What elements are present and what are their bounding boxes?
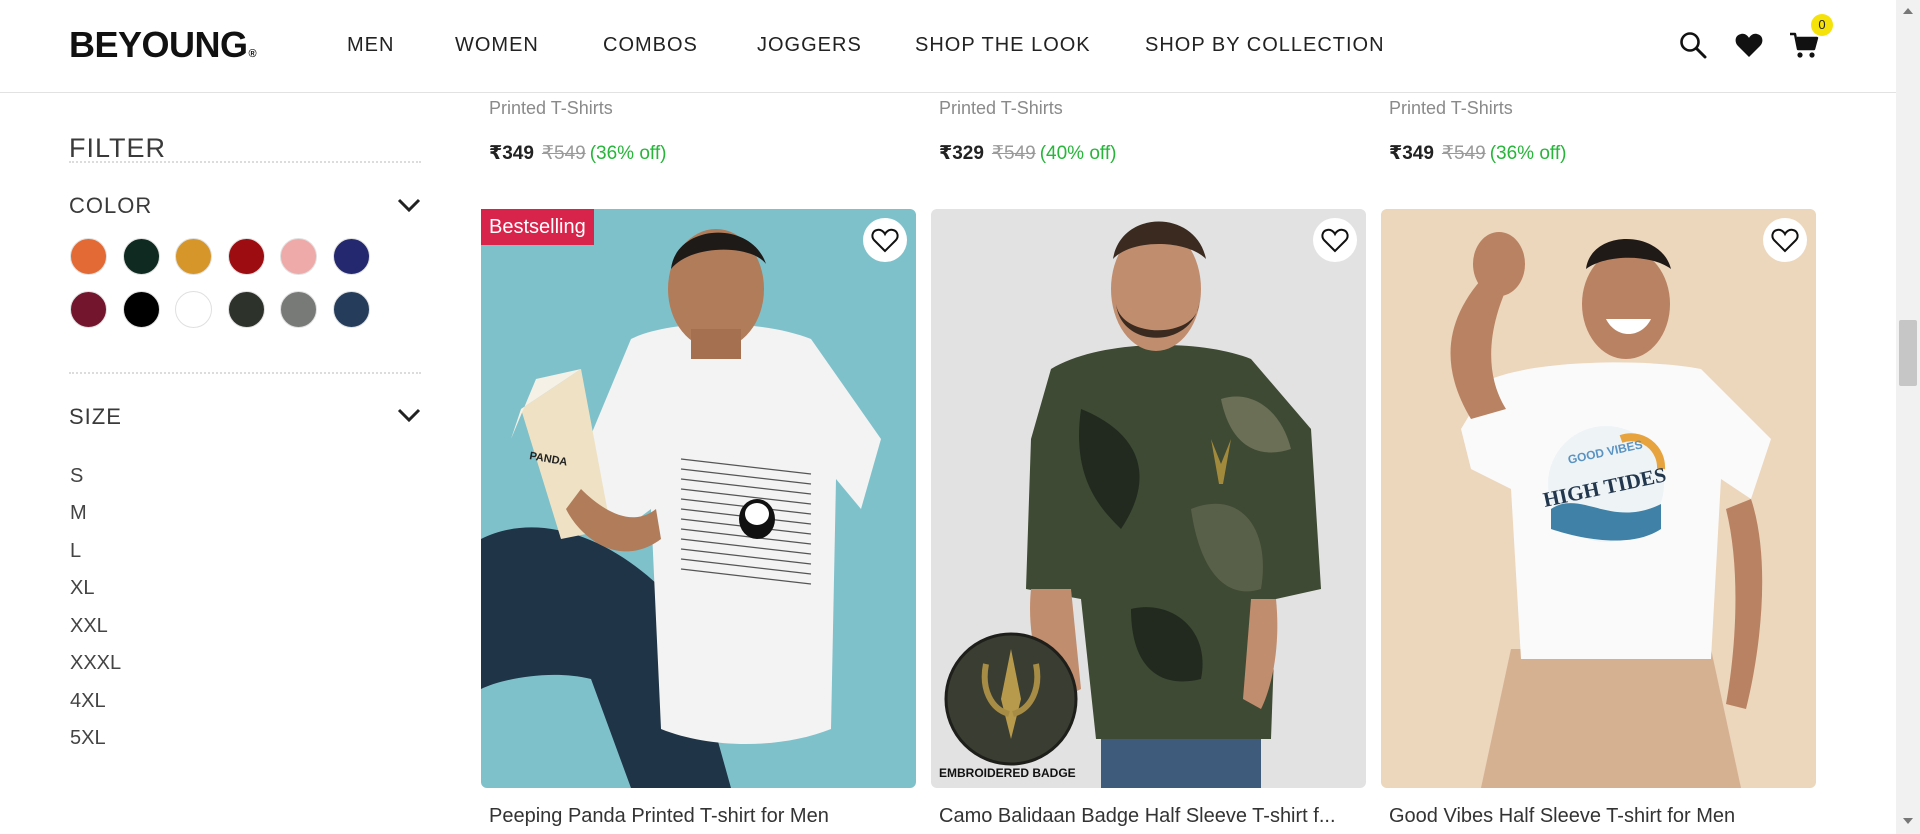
page-scrollbar[interactable] [1896,0,1920,834]
scroll-down-arrow-icon[interactable] [1896,814,1920,828]
divider [69,161,421,163]
chevron-down-icon[interactable] [396,405,422,425]
color-swatch[interactable] [280,238,317,275]
size-option-m[interactable]: M [70,502,87,525]
color-swatch[interactable] [332,291,370,328]
price-current: ₹349 [489,143,534,164]
price-current: ₹349 [1389,143,1434,164]
nav-women[interactable]: WOMEN [455,34,539,57]
bestselling-badge: Bestselling [481,209,594,245]
divider [69,372,421,374]
color-swatch[interactable] [70,291,107,328]
product-price: ₹349 ₹549 (36% off) [489,142,666,165]
product-photo: GOOD VIBES HIGH TIDES [1381,209,1816,788]
nav-men[interactable]: MEN [347,34,394,57]
cart-count-badge: 0 [1811,14,1833,36]
price-discount: (36% off) [1489,143,1567,164]
color-swatch[interactable] [122,238,160,275]
color-swatch[interactable] [227,238,265,275]
price-mrp: ₹549 [1441,143,1486,164]
size-option-xxl[interactable]: XXL [70,615,108,638]
product-category: Printed T-Shirts [939,98,1063,118]
product-photo: PANDA [481,209,916,788]
color-swatch[interactable] [227,291,265,328]
color-swatch[interactable] [70,238,107,275]
size-option-xl[interactable]: XL [70,577,94,600]
color-swatch[interactable] [280,291,317,328]
product-image-good-vibes[interactable]: GOOD VIBES HIGH TIDES [1381,209,1816,788]
price-mrp: ₹549 [991,143,1036,164]
product-name[interactable]: Peeping Panda Printed T-shirt for Men [489,805,829,828]
size-option-xxxl[interactable]: XXXL [70,652,121,675]
filter-title: FILTER [69,133,167,163]
wishlist-heart-icon[interactable] [1763,218,1807,262]
color-section-title[interactable]: COLOR [69,193,152,219]
product-image-camo-balidaan[interactable]: EMBROIDERED BADGE [931,209,1366,788]
product-price: ₹329 ₹549 (40% off) [939,142,1116,165]
price-current: ₹329 [939,143,984,164]
product-category: Printed T-Shirts [489,98,613,118]
color-swatch[interactable] [175,238,212,275]
color-swatch[interactable] [332,238,370,275]
size-option-l[interactable]: L [70,540,81,563]
nav-shop-by-collection[interactable]: SHOP BY COLLECTION [1145,34,1385,57]
product-name[interactable]: Camo Balidaan Badge Half Sleeve T-shirt … [939,805,1336,828]
size-option-s[interactable]: S [70,465,83,488]
nav-combos[interactable]: COMBOS [603,34,698,57]
nav-shop-the-look[interactable]: SHOP THE LOOK [915,34,1091,57]
size-option-5xl[interactable]: 5XL [70,727,106,750]
price-discount: (40% off) [1039,143,1117,164]
color-swatch[interactable] [175,291,212,328]
chevron-down-icon[interactable] [396,195,422,215]
price-mrp: ₹549 [541,143,586,164]
scrollbar-thumb[interactable] [1899,320,1917,386]
product-image-peeping-panda[interactable]: PANDA [481,209,916,788]
size-section-title[interactable]: SIZE [69,404,122,430]
size-option-4xl[interactable]: 4XL [70,690,106,713]
product-name[interactable]: Good Vibes Half Sleeve T-shirt for Men [1389,805,1735,828]
price-discount: (36% off) [589,143,667,164]
color-swatch[interactable] [122,291,160,328]
scroll-up-arrow-icon[interactable] [1896,4,1920,18]
badge-caption: EMBROIDERED BADGE [939,766,1076,780]
wishlist-heart-icon[interactable] [863,218,907,262]
wishlist-heart-icon[interactable] [1313,218,1357,262]
nav-joggers[interactable]: JOGGERS [757,34,862,57]
product-category: Printed T-Shirts [1389,98,1513,118]
beyoung-logo[interactable]: BEYOUNG® [69,24,257,66]
wishlist-heart-icon[interactable] [1733,28,1765,62]
search-icon[interactable] [1677,28,1709,62]
product-price: ₹349 ₹549 (36% off) [1389,142,1566,165]
product-photo: EMBROIDERED BADGE [931,209,1366,788]
site-header: BEYOUNG® MEN WOMEN COMBOS JOGGERS SHOP T… [0,0,1896,93]
